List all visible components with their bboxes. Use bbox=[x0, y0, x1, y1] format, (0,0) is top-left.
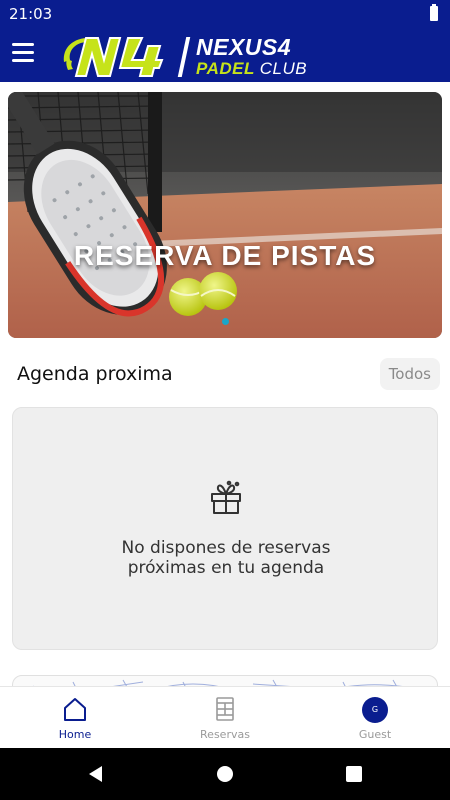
logo: NEXUS4 PADEL CLUB bbox=[58, 32, 328, 80]
logo-brand-club: CLUB bbox=[259, 59, 308, 78]
logo-brand-padel: PADEL bbox=[196, 59, 255, 78]
logo-brand-top: NEXUS4 bbox=[196, 34, 292, 60]
agenda-empty-card: No dispones de reservas próximas en tu a… bbox=[12, 407, 438, 650]
view-all-button[interactable]: Todos bbox=[379, 358, 440, 390]
recents-icon[interactable] bbox=[346, 766, 362, 782]
banner-reserva-pistas[interactable]: RESERVA DE PISTAS bbox=[8, 92, 442, 338]
agenda-empty-line-2: próximas en tu agenda bbox=[127, 558, 325, 578]
nav-reservas-label: Reservas bbox=[200, 728, 250, 741]
system-navigation-bar bbox=[0, 748, 450, 800]
gift-icon bbox=[211, 480, 241, 514]
status-time: 21:03 bbox=[9, 5, 53, 23]
logo-n4-mark bbox=[63, 37, 164, 77]
nav-guest-label: Guest bbox=[358, 728, 392, 741]
agenda-empty-line-1: No dispones de reservas bbox=[121, 538, 331, 558]
logo-brand-bottom: PADEL CLUB bbox=[196, 59, 307, 79]
home-button-icon[interactable] bbox=[217, 766, 233, 782]
back-icon[interactable] bbox=[86, 764, 106, 784]
court-icon bbox=[216, 697, 234, 721]
menu-icon[interactable] bbox=[12, 43, 36, 63]
banner-image bbox=[8, 92, 442, 338]
agenda-header: Agenda proxima Todos bbox=[0, 356, 450, 394]
status-bar: 21:03 bbox=[0, 0, 450, 28]
nav-home-label: Home bbox=[58, 728, 92, 741]
bottom-navigation: Home Reservas G Guest bbox=[0, 686, 450, 748]
home-icon bbox=[64, 698, 86, 721]
banner-title: RESERVA DE PISTAS bbox=[73, 240, 377, 271]
avatar: G bbox=[362, 697, 388, 723]
carousel-indicator[interactable] bbox=[222, 318, 229, 325]
logo-divider bbox=[177, 37, 191, 77]
app-bar: NEXUS4 PADEL CLUB bbox=[0, 28, 450, 82]
nav-guest[interactable]: G Guest bbox=[300, 687, 450, 749]
battery-icon bbox=[430, 4, 438, 21]
nav-home[interactable]: Home bbox=[0, 687, 150, 749]
agenda-title: Agenda proxima bbox=[17, 363, 173, 385]
nav-reservas[interactable]: Reservas bbox=[150, 687, 300, 749]
agenda-empty-message: No dispones de reservas próximas en tu a… bbox=[13, 538, 439, 578]
